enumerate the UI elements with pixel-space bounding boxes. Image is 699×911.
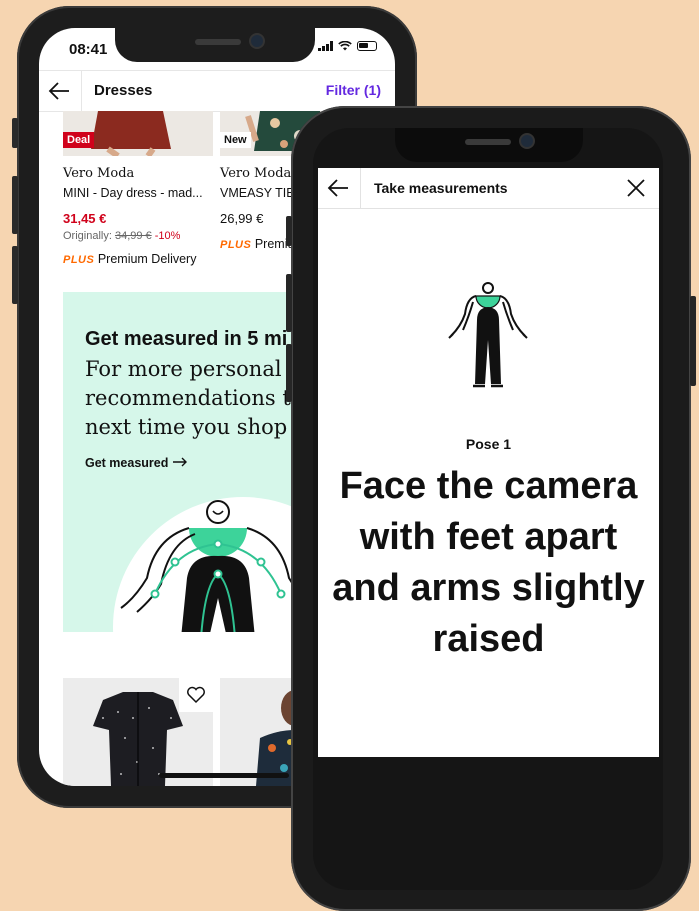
arrow-left-icon[interactable] xyxy=(47,79,73,103)
product-brand: Vero Moda xyxy=(220,166,292,181)
arrow-left-icon[interactable] xyxy=(326,176,352,200)
plus-logo: PLUS xyxy=(220,239,252,251)
volume-up-button xyxy=(12,176,18,234)
product-image[interactable]: Deal xyxy=(63,111,213,156)
promo-heading: Get measured in 5 mi xyxy=(85,328,288,350)
status-icons xyxy=(318,41,377,51)
discount-percent: -10% xyxy=(154,230,181,242)
wishlist-button[interactable] xyxy=(179,678,213,712)
close-icon[interactable] xyxy=(625,177,647,199)
wifi-icon xyxy=(338,41,352,51)
mute-switch xyxy=(286,216,292,246)
arrow-right-icon xyxy=(172,457,187,467)
filter-button[interactable]: Filter (1) xyxy=(326,82,381,98)
heart-icon xyxy=(187,686,205,704)
product-brand: Vero Moda xyxy=(63,166,135,181)
product-price: 26,99 € xyxy=(220,211,264,226)
pose-label: Pose 1 xyxy=(465,436,512,452)
premium-delivery: PLUS Premium Delivery xyxy=(63,252,197,266)
promo-body: For more personal siz recommendations th… xyxy=(85,357,317,439)
status-time: 08:41 xyxy=(69,41,108,58)
notch xyxy=(395,128,583,162)
modal-header: Take measurements xyxy=(318,168,659,209)
product-image[interactable] xyxy=(63,678,213,786)
modal-title: Take measurements xyxy=(374,180,508,196)
pose-instruction: Face the camera with feet apart and arms… xyxy=(332,465,645,660)
struck-price: 34,99 € xyxy=(114,230,152,242)
measurement-card: Take measurements Pose 1 Face the camera… xyxy=(318,168,659,757)
mute-switch xyxy=(12,118,18,148)
original-price: Originally: 34,99 € -10% xyxy=(63,230,181,242)
deal-badge: Deal xyxy=(63,132,95,148)
pose-illustration xyxy=(448,282,528,388)
battery-icon xyxy=(357,41,377,51)
notch xyxy=(115,28,315,62)
signal-icon xyxy=(318,41,333,51)
home-indicator xyxy=(159,773,289,778)
volume-up-button xyxy=(286,274,292,332)
get-measured-link[interactable]: Get measured xyxy=(85,456,188,470)
volume-down-button xyxy=(12,246,18,304)
product-name[interactable]: VMEASY TIE xyxy=(220,186,295,200)
new-badge: New xyxy=(220,132,251,148)
phone-front-screen: Take measurements Pose 1 Face the camera… xyxy=(313,128,663,890)
phone-front: Take measurements Pose 1 Face the camera… xyxy=(286,106,696,911)
page-title: Dresses xyxy=(94,82,153,99)
plus-logo: PLUS xyxy=(63,254,95,266)
power-button xyxy=(690,296,696,386)
product-name[interactable]: MINI - Day dress - mad... xyxy=(63,186,203,200)
volume-down-button xyxy=(286,344,292,402)
product-price: 31,45 € xyxy=(63,211,107,226)
